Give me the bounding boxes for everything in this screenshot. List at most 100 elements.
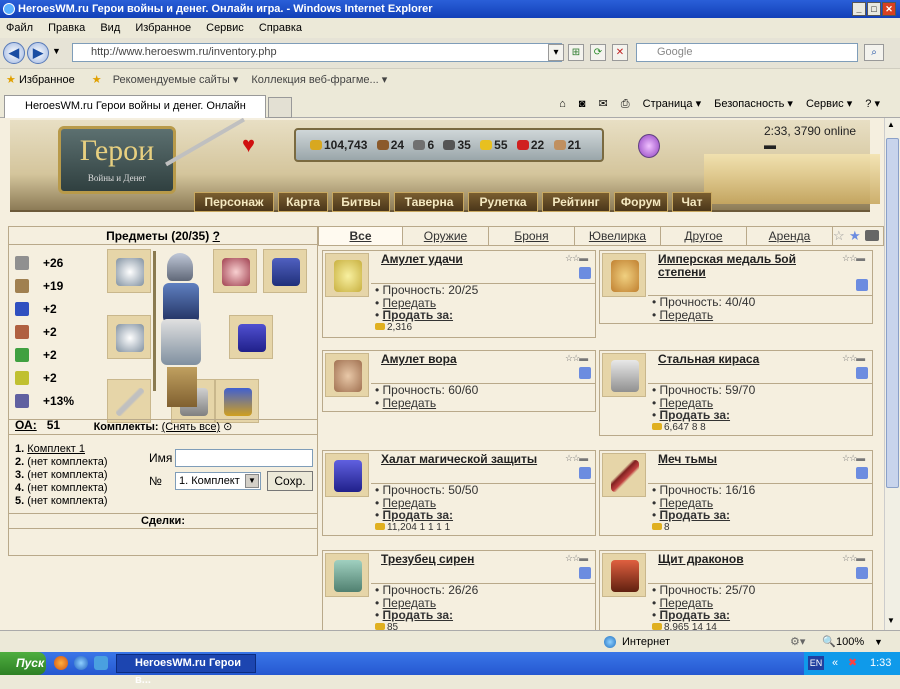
- tab-all[interactable]: Все: [319, 227, 403, 245]
- mail-status-icon[interactable]: ▬: [764, 138, 776, 152]
- item-name[interactable]: Имперская медаль 5ой степени: [658, 253, 838, 279]
- item-image[interactable]: [602, 453, 646, 497]
- add-favorite-icon[interactable]: ★: [92, 74, 102, 86]
- firefox-icon[interactable]: [54, 656, 68, 670]
- amulet-slot[interactable]: [213, 249, 257, 293]
- save-set-button[interactable]: Сохр.: [267, 471, 313, 491]
- feeds-icon[interactable]: ◙: [579, 98, 586, 110]
- nav-forum[interactable]: Форум: [614, 192, 668, 212]
- set-name-input[interactable]: [175, 449, 313, 467]
- nav-map[interactable]: Карта: [278, 192, 328, 212]
- menu-tools[interactable]: Сервис: [206, 22, 244, 34]
- show-desktop-icon[interactable]: [94, 656, 108, 670]
- card-actions-icon[interactable]: ☆☆▬: [842, 253, 870, 265]
- mail-icon[interactable]: ✉: [599, 98, 608, 110]
- item-image[interactable]: [602, 353, 646, 397]
- item-image[interactable]: [325, 453, 369, 497]
- tab-other[interactable]: Другое: [661, 227, 747, 245]
- star-filter-icon[interactable]: ☆: [833, 228, 845, 244]
- item-image[interactable]: [325, 253, 369, 297]
- transfer-link[interactable]: Передать: [383, 396, 437, 410]
- sell-link[interactable]: Продать за:: [383, 308, 453, 322]
- ring-slot-2[interactable]: [107, 315, 151, 359]
- web-slice-gallery-link[interactable]: Коллекция веб-фрагме... ▾: [251, 74, 387, 86]
- menu-favorites[interactable]: Избранное: [135, 22, 191, 34]
- tab-weapons[interactable]: Оружие: [403, 227, 489, 245]
- item-name[interactable]: Амулет вора: [381, 353, 561, 366]
- repair-icon[interactable]: [856, 567, 868, 579]
- protected-mode-icon[interactable]: ⚙▾: [790, 631, 805, 653]
- language-indicator[interactable]: EN: [808, 656, 824, 670]
- item-name[interactable]: Халат магической защиты: [381, 453, 561, 466]
- scroll-down-icon[interactable]: ▼: [887, 616, 895, 625]
- item-name[interactable]: Амулет удачи: [381, 253, 561, 266]
- item-image[interactable]: [325, 553, 369, 597]
- back-button[interactable]: ◀: [3, 42, 25, 64]
- item-image[interactable]: [325, 353, 369, 397]
- menu-edit[interactable]: Правка: [48, 22, 85, 34]
- card-actions-icon[interactable]: ☆☆▬: [842, 553, 870, 565]
- chest-icon[interactable]: [865, 230, 879, 241]
- weapon-slot[interactable]: [107, 379, 151, 423]
- tray-antivirus-icon[interactable]: ✖: [848, 652, 857, 674]
- search-input[interactable]: Google: [636, 43, 858, 62]
- taskbar-ie-window[interactable]: HeroesWM.ru Герои в...: [116, 654, 256, 686]
- home-icon[interactable]: ⌂: [559, 98, 566, 110]
- help-menu[interactable]: ? ▾: [865, 98, 880, 110]
- nav-tavern[interactable]: Таверна: [394, 192, 464, 212]
- sell-link[interactable]: Продать за:: [383, 508, 453, 522]
- menu-file[interactable]: Файл: [6, 22, 33, 34]
- zoom-dropdown-icon[interactable]: ▼: [874, 631, 883, 653]
- repair-icon[interactable]: [856, 367, 868, 379]
- sell-link[interactable]: Продать за:: [660, 608, 730, 622]
- item-image[interactable]: [602, 253, 646, 297]
- window-title-bar[interactable]: HeroesWM.ru Герои войны и денег. Онлайн …: [0, 0, 900, 18]
- repair-icon[interactable]: [579, 567, 591, 579]
- security-menu[interactable]: Безопасность ▾: [714, 98, 793, 110]
- shield-slot[interactable]: [215, 379, 259, 423]
- nav-chat[interactable]: Чат: [672, 192, 712, 212]
- remove-all-link[interactable]: (Снять все): [162, 421, 220, 433]
- scroll-up-icon[interactable]: ▲: [887, 120, 895, 129]
- zoom-icon[interactable]: 🔍: [822, 631, 836, 653]
- chevron-down-icon[interactable]: ▼: [245, 474, 259, 488]
- ie-quicklaunch-icon[interactable]: [74, 656, 88, 670]
- zoom-level[interactable]: 100%: [836, 631, 864, 653]
- cloak-slot[interactable]: [229, 315, 273, 359]
- set-number-select[interactable]: 1. Комплект ▼: [175, 472, 261, 490]
- tab-jewelry[interactable]: Ювелирка: [575, 227, 661, 245]
- item-name[interactable]: Трезубец сирен: [381, 553, 561, 566]
- address-dropdown-icon[interactable]: ▾: [548, 44, 564, 61]
- close-button[interactable]: ✕: [882, 2, 896, 16]
- new-tab-button[interactable]: [268, 97, 292, 118]
- forward-button[interactable]: ▶: [27, 42, 49, 64]
- card-actions-icon[interactable]: ☆☆▬: [565, 453, 593, 465]
- scrollbar-thumb[interactable]: [886, 138, 899, 488]
- card-actions-icon[interactable]: ☆☆▬: [565, 253, 593, 265]
- transfer-link[interactable]: Передать: [660, 308, 714, 322]
- compat-view-icon[interactable]: ⊞: [568, 44, 584, 61]
- repair-icon[interactable]: [856, 279, 868, 291]
- search-icon[interactable]: ⌕: [864, 44, 884, 61]
- vertical-scrollbar[interactable]: ▲ ▼: [884, 118, 900, 630]
- sell-link[interactable]: Продать за:: [660, 408, 730, 422]
- repair-icon[interactable]: [579, 367, 591, 379]
- set-1-link[interactable]: Комплект 1: [27, 443, 85, 455]
- item-name[interactable]: Меч тьмы: [658, 453, 838, 466]
- tray-arrows-icon[interactable]: «: [832, 652, 838, 674]
- item-name[interactable]: Стальная кираса: [658, 353, 838, 366]
- nav-roulette[interactable]: Рулетка: [468, 192, 538, 212]
- card-actions-icon[interactable]: ☆☆▬: [842, 353, 870, 365]
- browser-tab[interactable]: HeroesWM.ru Герои войны и денег. Онлайн …: [4, 95, 266, 132]
- history-dropdown-icon[interactable]: ▼: [52, 46, 61, 56]
- nav-rating[interactable]: Рейтинг: [542, 192, 610, 212]
- address-input[interactable]: http://www.heroeswm.ru/inventory.php: [72, 43, 562, 62]
- card-actions-icon[interactable]: ☆☆▬: [842, 453, 870, 465]
- collapse-icon[interactable]: ⊙: [223, 421, 232, 433]
- helmet-icon[interactable]: [167, 253, 193, 281]
- tab-rent[interactable]: Аренда: [747, 227, 833, 245]
- minimize-button[interactable]: _: [852, 2, 866, 16]
- refresh-icon[interactable]: ⟳: [590, 44, 606, 61]
- repair-icon[interactable]: [579, 467, 591, 479]
- book-slot[interactable]: [263, 249, 307, 293]
